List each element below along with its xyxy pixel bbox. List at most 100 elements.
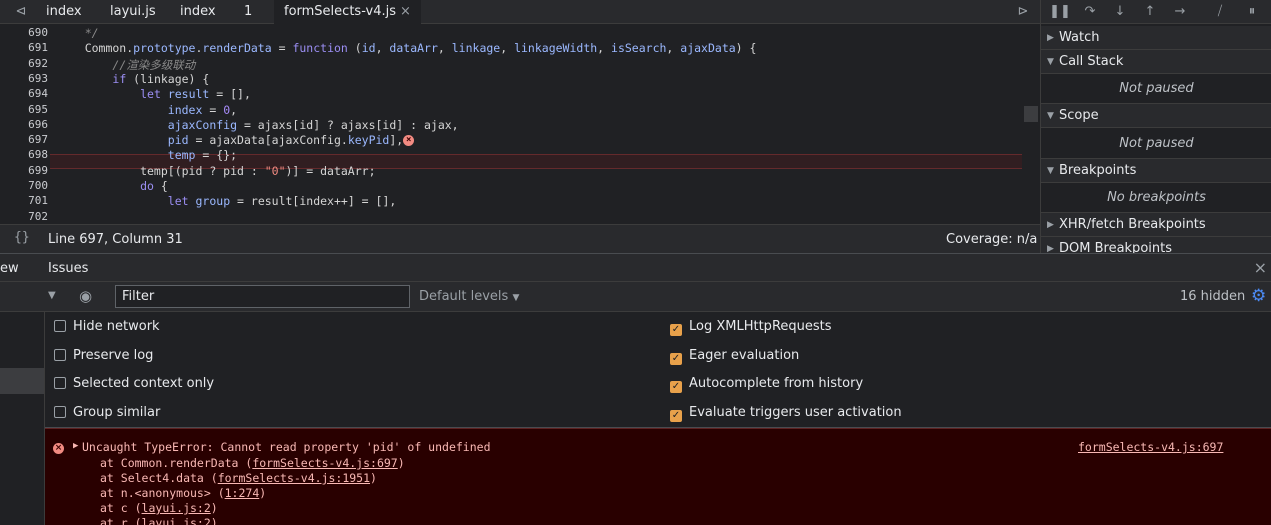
log-levels-dropdown[interactable]: Default levels ▼: [419, 289, 519, 304]
step-out-icon[interactable]: ↑: [1139, 0, 1161, 24]
chevron-right-icon: ▶: [1047, 244, 1054, 253]
section-dom-breakpoints[interactable]: ▶ DOM Breakpoints: [1041, 237, 1271, 253]
hidden-count: 16 hidden: [1180, 289, 1246, 304]
code-line[interactable]: ajaxConfig = ajaxs[id] ? ajaxs[id] : aja…: [57, 118, 459, 132]
drawer-tab-partial[interactable]: ew: [0, 261, 19, 276]
code-line[interactable]: if (linkage) {: [57, 72, 209, 86]
error-source-link[interactable]: formSelects-v4.js:697: [1078, 440, 1223, 454]
setting-right-option[interactable]: ✓ Autocomplete from history: [670, 376, 863, 393]
line-number[interactable]: 697: [0, 133, 48, 146]
error-icon: ×: [53, 443, 64, 454]
checkbox[interactable]: ✓: [670, 352, 682, 365]
code-line[interactable]: let group = result[index++] = [],: [57, 194, 397, 208]
option-label: Group similar: [73, 404, 161, 420]
line-number[interactable]: 699: [0, 164, 48, 177]
console-filter-input[interactable]: [115, 285, 410, 308]
tab-index-2[interactable]: index: [180, 0, 216, 24]
line-number[interactable]: 698: [0, 148, 48, 161]
line-number[interactable]: 693: [0, 72, 48, 85]
tab-index-1[interactable]: index: [46, 0, 82, 24]
code-line[interactable]: //渲染多级联动: [57, 57, 195, 73]
code-line[interactable]: do {: [57, 179, 168, 193]
chevron-down-icon: ▼: [1047, 57, 1054, 67]
close-drawer-icon[interactable]: ×: [1254, 258, 1267, 277]
setting-left-option[interactable]: Group similar: [54, 405, 160, 420]
line-number[interactable]: 694: [0, 87, 48, 100]
stack-frame: at Common.renderData (formSelects-v4.js:…: [100, 456, 405, 470]
section-watch[interactable]: ▶ Watch: [1041, 26, 1271, 50]
drawer-tab-issues[interactable]: Issues: [48, 261, 88, 276]
pause-icon[interactable]: ❚❚: [1049, 0, 1071, 24]
section-title: Breakpoints: [1059, 163, 1137, 178]
section-breakpoints[interactable]: ▼ Breakpoints: [1041, 159, 1271, 183]
stack-frame-link[interactable]: formSelects-v4.js:1951: [218, 471, 370, 485]
option-label: Selected context only: [73, 376, 215, 391]
stack-frame-text: at Select4.data (: [100, 471, 218, 485]
close-tab-icon[interactable]: ×: [400, 4, 411, 19]
checkbox[interactable]: [54, 405, 66, 418]
setting-left-option[interactable]: Preserve log: [54, 348, 153, 363]
code-line[interactable]: */: [57, 26, 99, 40]
section-xhr-breakpoints[interactable]: ▶ XHR/fetch Breakpoints: [1041, 213, 1271, 237]
stack-frame: at c (layui.js:2): [100, 501, 218, 515]
line-number[interactable]: 702: [0, 210, 48, 223]
setting-right-option[interactable]: ✓ Log XMLHttpRequests: [670, 319, 832, 336]
cursor-position: Line 697, Column 31: [48, 232, 183, 247]
setting-right-option[interactable]: ✓ Eager evaluation: [670, 348, 799, 365]
pause-on-exceptions-icon[interactable]: ⏸: [1241, 0, 1263, 24]
stack-frame-text: ): [259, 486, 267, 500]
checkbox[interactable]: [54, 320, 66, 332]
stack-frame-text: at n.<anonymous> (: [100, 486, 225, 500]
section-scope[interactable]: ▼ Scope: [1041, 104, 1271, 128]
section-call-stack[interactable]: ▼ Call Stack: [1041, 50, 1271, 74]
vertical-scrollbar-thumb[interactable]: [1024, 106, 1038, 122]
stack-frame-link[interactable]: 1:274: [225, 486, 260, 500]
setting-left-option[interactable]: Hide network: [54, 319, 160, 334]
line-number[interactable]: 695: [0, 103, 48, 116]
checkbox[interactable]: ✓: [670, 409, 682, 422]
step-icon[interactable]: →: [1169, 0, 1191, 24]
eye-icon[interactable]: ◉: [79, 287, 92, 305]
line-number[interactable]: 700: [0, 179, 48, 192]
code-line[interactable]: temp[(pid ? pid : "0")] = dataArr;: [57, 164, 375, 178]
stack-frame-link[interactable]: layui.js:2: [142, 516, 211, 525]
setting-right-option[interactable]: ✓ Evaluate triggers user activation: [670, 405, 902, 422]
line-number[interactable]: 701: [0, 194, 48, 207]
line-number[interactable]: 692: [0, 57, 48, 70]
setting-left-option[interactable]: Selected context only: [54, 376, 214, 391]
code-editor[interactable]: 690 */ 691 Common.prototype.renderData = …: [0, 24, 1040, 224]
tab-1[interactable]: 1: [244, 0, 252, 24]
stack-frame-link[interactable]: formSelects-v4.js:697: [252, 456, 397, 470]
console-sidebar-selected-item[interactable]: [0, 368, 44, 394]
checkbox[interactable]: ✓: [670, 324, 682, 336]
stack-frame-text: ): [397, 456, 405, 470]
code-line[interactable]: pid = ajaxData[ajaxConfig.keyPid], ×: [57, 133, 415, 147]
line-number[interactable]: 690: [0, 26, 48, 39]
tab-formselects-v4-js[interactable]: formSelects-v4.js ×: [274, 0, 421, 24]
stack-frame-link[interactable]: layui.js:2: [142, 501, 211, 515]
expand-arrow-icon[interactable]: ▶: [73, 441, 78, 451]
code-line[interactable]: index = 0,: [57, 103, 237, 117]
code-line[interactable]: let result = [],: [57, 87, 251, 101]
line-number[interactable]: 696: [0, 118, 48, 131]
editor-status-bar: {} Line 697, Column 31 Coverage: n/a: [0, 224, 1040, 253]
toggle-debugger-icon[interactable]: ⊳: [1012, 0, 1034, 24]
step-over-icon[interactable]: ↷: [1079, 0, 1101, 24]
code-line[interactable]: Common.prototype.renderData = function (…: [57, 41, 757, 55]
line-number[interactable]: 691: [0, 41, 48, 54]
log-levels-label: Default levels: [419, 289, 509, 304]
checkbox[interactable]: [54, 348, 66, 361]
breakpoints-body: No breakpoints: [1041, 183, 1271, 213]
checkbox[interactable]: [54, 377, 66, 389]
code-line[interactable]: temp = {};: [57, 148, 237, 162]
tab-layui-js[interactable]: layui.js: [110, 0, 156, 24]
deactivate-breakpoints-icon[interactable]: ⧸: [1209, 0, 1231, 24]
checkbox[interactable]: ✓: [670, 381, 682, 393]
gear-icon[interactable]: ⚙: [1251, 286, 1266, 306]
context-dropdown-icon[interactable]: ▼: [48, 290, 56, 301]
stack-frame-text: ): [210, 501, 218, 515]
pretty-print-icon[interactable]: {}: [14, 230, 30, 245]
step-into-icon[interactable]: ↓: [1109, 0, 1131, 24]
toggle-navigator-icon[interactable]: ⊲: [10, 0, 32, 24]
coverage-status[interactable]: Coverage: n/a: [946, 232, 1037, 247]
